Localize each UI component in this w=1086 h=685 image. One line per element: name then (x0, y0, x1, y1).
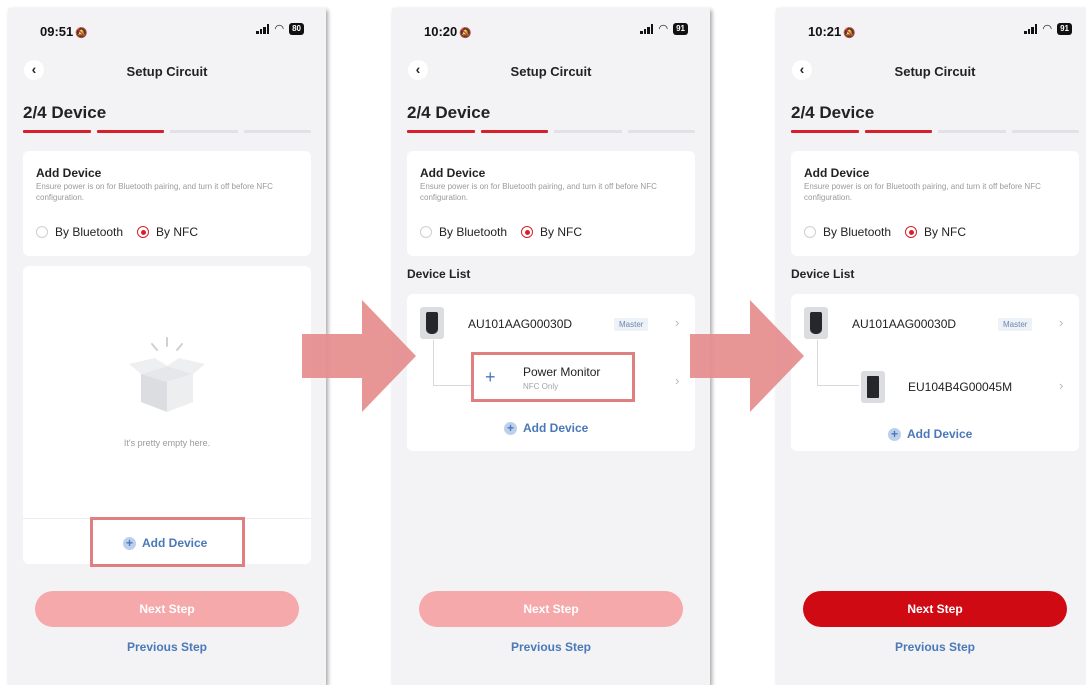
card-description: Ensure power is on for Bluetooth pairing… (36, 182, 273, 202)
highlight-box (471, 352, 635, 402)
signal-icon (1024, 24, 1038, 34)
device-thumbnail (804, 307, 828, 339)
radio-checked-icon (521, 226, 534, 238)
bell-muted-icon: 🔕 (459, 28, 472, 39)
card-description: Ensure power is on for Bluetooth pairing… (804, 182, 1041, 202)
signal-icon (640, 24, 654, 34)
flow-arrow-right-icon (690, 300, 804, 412)
progress-segment (407, 130, 475, 133)
page-title: Setup Circuit (126, 64, 208, 79)
master-badge: Master (614, 318, 649, 331)
device-name: AU101AAG00030D (468, 317, 573, 331)
radio-unchecked-icon (36, 226, 48, 238)
tree-connector (817, 340, 859, 386)
add-method-card: Add Device Ensure power is on for Blueto… (407, 151, 695, 256)
plus-circle-icon: + (888, 427, 901, 441)
chevron-right-icon: › (1059, 315, 1064, 330)
nav-bar: ‹ Setup Circuit (8, 58, 326, 84)
progress-segment (627, 130, 695, 133)
progress-segment (864, 130, 932, 133)
empty-message: It's pretty empty here. (123, 438, 211, 448)
page-title: Setup Circuit (894, 64, 976, 79)
chevron-right-icon: › (675, 315, 680, 330)
progress-segment (938, 130, 1006, 133)
radio-unchecked-icon (420, 226, 432, 238)
bell-muted-icon: 🔕 (75, 28, 88, 39)
step-title: 2/4 Device (791, 103, 875, 122)
status-time: 09:51 🔕 (40, 24, 88, 39)
add-method-card: Add Device Ensure power is on for Blueto… (23, 151, 311, 256)
radio-bluetooth[interactable]: By Bluetooth (804, 225, 891, 239)
progress-segment (96, 130, 164, 133)
previous-step-link[interactable]: Previous Step (776, 640, 1086, 654)
device-name: EU104B4G00045M (908, 380, 1013, 394)
previous-step-link[interactable]: Previous Step (8, 640, 326, 654)
next-step-button[interactable]: Next Step (35, 591, 299, 627)
bell-muted-icon: 🔕 (843, 28, 856, 39)
progress-segment (480, 130, 548, 133)
progress-segment (243, 130, 311, 133)
card-title: Add Device (804, 166, 870, 180)
step-progress (23, 130, 311, 134)
progress-segment (554, 130, 622, 133)
nav-bar: ‹ Setup Circuit (392, 58, 710, 84)
wifi-icon: ◠ (274, 22, 285, 35)
previous-step-link[interactable]: Previous Step (392, 640, 710, 654)
status-bar: 09:51 🔕 ◠ 80 (8, 8, 326, 52)
chevron-right-icon: › (675, 373, 680, 388)
card-title: Add Device (420, 166, 486, 180)
nav-bar: ‹ Setup Circuit (776, 58, 1086, 84)
battery-icon: 91 (1057, 23, 1072, 35)
radio-unchecked-icon (804, 226, 816, 238)
device-list-title: Device List (407, 267, 471, 281)
status-time: 10:21 🔕 (808, 24, 856, 39)
progress-segment (791, 130, 859, 133)
device-thumbnail (420, 307, 444, 339)
device-thumbnail (861, 371, 885, 403)
add-method-card: Add Device Ensure power is on for Blueto… (791, 151, 1079, 256)
flow-arrow-right-icon (302, 300, 416, 412)
radio-bluetooth[interactable]: By Bluetooth (420, 225, 507, 239)
wifi-icon: ◠ (658, 22, 669, 35)
progress-segment (170, 130, 238, 133)
phone-screen-empty: 09:51 🔕 ◠ 80 ‹ Setup Circuit 2/4 Device A… (8, 8, 326, 685)
progress-segment (1011, 130, 1079, 133)
radio-nfc[interactable]: By NFC (905, 225, 966, 239)
step-title: 2/4 Device (407, 103, 491, 122)
device-name: AU101AAG00030D (852, 317, 957, 331)
battery-icon: 80 (289, 23, 304, 35)
empty-box-icon (129, 337, 205, 412)
status-bar: 10:20 🔕 ◠ 91 (392, 8, 710, 52)
radio-nfc[interactable]: By NFC (521, 225, 582, 239)
status-bar: 10:21 🔕 ◠ 91 (776, 8, 1086, 52)
card-title: Add Device (36, 166, 102, 180)
step-title: 2/4 Device (23, 103, 107, 122)
signal-icon (256, 24, 270, 34)
device-list-card: AU101AAG00030D Master › EU104B4G00045M ›… (791, 294, 1079, 451)
status-time: 10:20 🔕 (424, 24, 472, 39)
next-step-button[interactable]: Next Step (803, 591, 1067, 627)
progress-segment (23, 130, 91, 133)
card-description: Ensure power is on for Bluetooth pairing… (420, 182, 657, 202)
battery-icon: 91 (673, 23, 688, 35)
master-badge: Master (998, 318, 1033, 331)
phone-screen-adding: 10:20 🔕 ◠ 91 ‹ Setup Circuit 2/4 Device A… (392, 8, 710, 685)
wifi-icon: ◠ (1042, 22, 1053, 35)
next-step-button[interactable]: Next Step (419, 591, 683, 627)
radio-checked-icon (905, 226, 918, 238)
add-device-button[interactable]: + Add Device (504, 421, 588, 435)
phone-screen-complete: 10:21 🔕 ◠ 91 ‹ Setup Circuit 2/4 Device A… (776, 8, 1086, 685)
radio-checked-icon (137, 226, 150, 238)
device-list-title: Device List (791, 267, 855, 281)
tree-connector (433, 340, 473, 386)
radio-bluetooth[interactable]: By Bluetooth (36, 225, 123, 239)
radio-nfc[interactable]: By NFC (137, 225, 198, 239)
chevron-right-icon: › (1059, 378, 1064, 393)
step-progress (407, 130, 695, 134)
page-title: Setup Circuit (510, 64, 592, 79)
add-device-button[interactable]: + Add Device (888, 427, 972, 441)
plus-circle-icon: + (504, 421, 517, 435)
highlight-box (90, 517, 245, 567)
step-progress (791, 130, 1079, 134)
